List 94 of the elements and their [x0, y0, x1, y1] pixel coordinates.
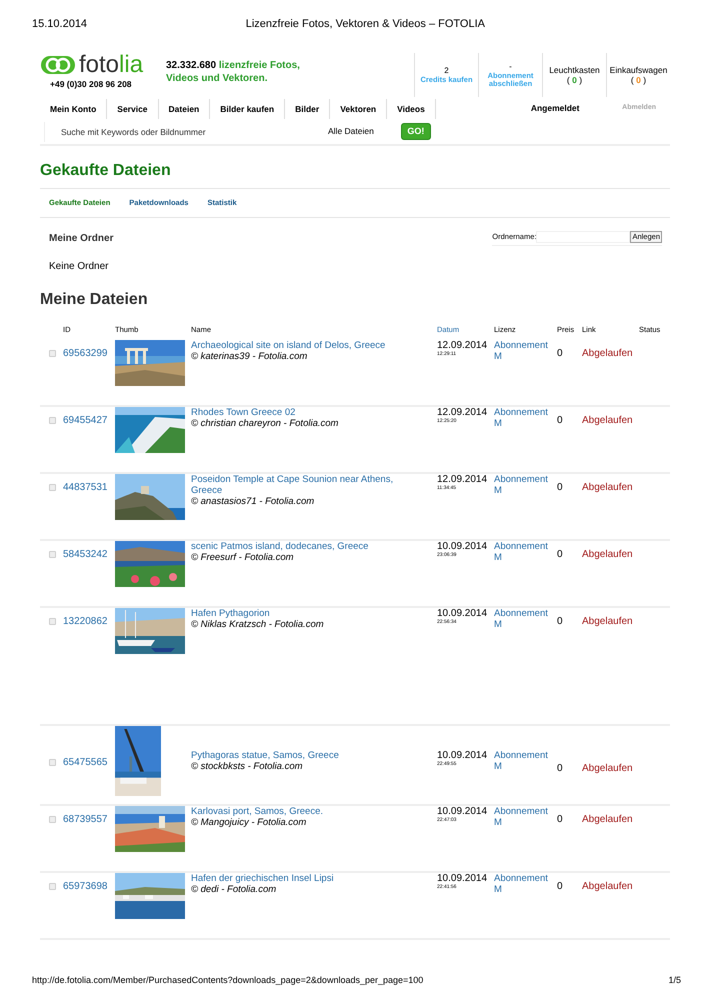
price-text: 0: [557, 548, 563, 560]
download-status-text: Abgelaufen: [582, 348, 633, 358]
row-checkbox[interactable]: [49, 550, 56, 558]
license-link[interactable]: Abonnement M: [494, 474, 554, 496]
download-status-text: Abgelaufen: [582, 414, 633, 426]
download-status-text: Abgelaufen: [582, 880, 633, 892]
license-link[interactable]: Abonnement M: [494, 872, 554, 894]
logo-text: fotolia: [79, 52, 144, 76]
row-checkbox[interactable]: [49, 758, 56, 766]
file-title-link[interactable]: Poseidon Temple at Cape Sounion near Athens, Greece: [191, 474, 437, 496]
menu-item[interactable]: Videos: [387, 98, 436, 118]
menu-item[interactable]: Mein Konto: [40, 98, 108, 118]
file-credit: © katerinas39 - Fotolia.com: [191, 350, 308, 362]
section-heading: Meine Ordner: [49, 232, 114, 246]
file-id-link[interactable]: 65973698: [63, 878, 108, 894]
price-text: 0: [557, 616, 563, 626]
stat-count: ( 0 ): [566, 74, 582, 84]
file-title-link[interactable]: scenic Patmos island, dodecanes, Greece: [191, 540, 437, 552]
row-checkbox[interactable]: [49, 618, 56, 624]
purchase-date: 10.09.2014: [437, 750, 488, 760]
file-credit: © dedi - Fotolia.com: [191, 884, 278, 894]
purchase-date: 10.09.2014: [437, 608, 488, 618]
stat-value: -: [509, 62, 512, 72]
license-link[interactable]: Abonnement M: [494, 806, 554, 828]
file-title-link[interactable]: Hafen der griechischen Insel Lipsi: [191, 872, 437, 884]
menu-item[interactable]: Dateien: [158, 98, 210, 118]
file-id-link[interactable]: 69455427: [63, 412, 108, 428]
file-title-link[interactable]: Karlovasi port, Samos, Greece.: [191, 806, 437, 816]
file-title-link[interactable]: Rhodes Town Greece 02: [191, 406, 437, 418]
license-link[interactable]: Abonnement M: [494, 750, 554, 772]
stat-link[interactable]: Leuchtkasten: [549, 64, 600, 74]
purchase-date: 12.09.2014: [437, 406, 488, 418]
file-credit: © Niklas Kratzsch - Fotolia.com: [191, 618, 325, 630]
stat-count: ( 0 ): [630, 74, 646, 84]
login-status: Angemeldet: [530, 102, 580, 115]
search-field[interactable]: Suche mit Keywords oder Bildnummer: [44, 122, 314, 142]
file-credit: © stockbksts - Fotolia.com: [191, 760, 304, 772]
price-text: 0: [557, 880, 563, 892]
phone-number: +49 (0)30 208 96 208: [50, 78, 133, 90]
license-link[interactable]: Abonnement M: [494, 540, 554, 562]
price-text: 0: [557, 762, 563, 774]
section-title: Meine Dateien: [40, 290, 149, 310]
menu-item[interactable]: Vektoren: [330, 98, 388, 118]
file-title-link[interactable]: Archaeological site on island of Delos, Greece: [191, 340, 437, 350]
menu-item[interactable]: Service: [107, 98, 159, 118]
price-text: 0: [557, 482, 563, 492]
download-status-text: Abgelaufen: [582, 616, 633, 626]
print-date: 15.10.2014: [32, 17, 88, 32]
price-text: 0: [557, 348, 563, 358]
row-checkbox[interactable]: [49, 350, 56, 356]
scope-dropdown[interactable]: Alle Dateien: [328, 125, 374, 138]
row-checkbox[interactable]: [49, 816, 56, 822]
download-status-text: Abgelaufen: [582, 762, 633, 774]
purchase-date: 10.09.2014: [437, 872, 488, 884]
page-title: Gekaufte Dateien: [40, 158, 670, 188]
page-number: 1/5: [668, 974, 681, 987]
go-button[interactable]: GO!: [400, 123, 431, 140]
folder-name-field[interactable]: [536, 230, 630, 242]
file-credit: © christian chareyron - Fotolia.com: [191, 418, 340, 428]
file-credit: © Mangojuicy - Fotolia.com: [191, 816, 308, 828]
file-id-link[interactable]: 58453242: [63, 546, 108, 562]
menu-item[interactable]: Bilder: [285, 98, 330, 118]
file-credit: © Freesurf - Fotolia.com: [191, 552, 295, 562]
download-status-text: Abgelaufen: [582, 548, 633, 560]
row-checkbox[interactable]: [49, 416, 56, 424]
purchase-date: 10.09.2014: [437, 540, 488, 552]
row-checkbox[interactable]: [49, 882, 56, 890]
print-url: http://de.fotolia.com/Member/PurchasedContents?downloads_page=2&downloads_per_page=100: [32, 974, 424, 987]
license-link[interactable]: Abonnement M: [494, 406, 554, 428]
file-title-link[interactable]: Hafen Pythagorion: [191, 608, 437, 618]
file-id-link[interactable]: 69563299: [63, 346, 108, 360]
menu-item[interactable]: Bilder kaufen: [210, 98, 286, 118]
file-id-link[interactable]: 68739557: [63, 812, 108, 826]
empty-folders-text: Keine Ordner: [48, 260, 110, 274]
download-status-text: Abgelaufen: [582, 482, 633, 492]
tagline: 32.332.680 lizenzfreie Fotos, Videos und Vektoren.: [166, 58, 301, 84]
file-id-link[interactable]: 13220862: [63, 614, 108, 628]
purchase-date: 12.09.2014: [437, 340, 488, 350]
price-text: 0: [557, 814, 563, 824]
price-text: 0: [557, 414, 563, 426]
file-id-link[interactable]: 65475565: [63, 754, 108, 770]
stat-link[interactable]: Einkaufswagen: [610, 64, 668, 74]
purchase-date: 10.09.2014: [437, 806, 488, 816]
purchase-date: 12.09.2014: [437, 474, 488, 484]
stat-value: 2: [444, 66, 449, 76]
file-id-link[interactable]: 44837531: [63, 480, 108, 494]
download-status-text: Abgelaufen: [582, 814, 633, 824]
file-title-link[interactable]: Pythagoras statue, Samos, Greece: [191, 750, 437, 760]
license-link[interactable]: Abonnement M: [494, 340, 554, 362]
rings-logo-icon: [40, 54, 76, 74]
file-credit: © anastasios71 - Fotolia.com: [191, 496, 316, 506]
print-title: Lizenzfreie Fotos, Vektoren & Videos – FOTOLIA: [246, 17, 485, 32]
row-checkbox[interactable]: [49, 484, 56, 490]
license-link[interactable]: Abonnement M: [494, 608, 554, 630]
